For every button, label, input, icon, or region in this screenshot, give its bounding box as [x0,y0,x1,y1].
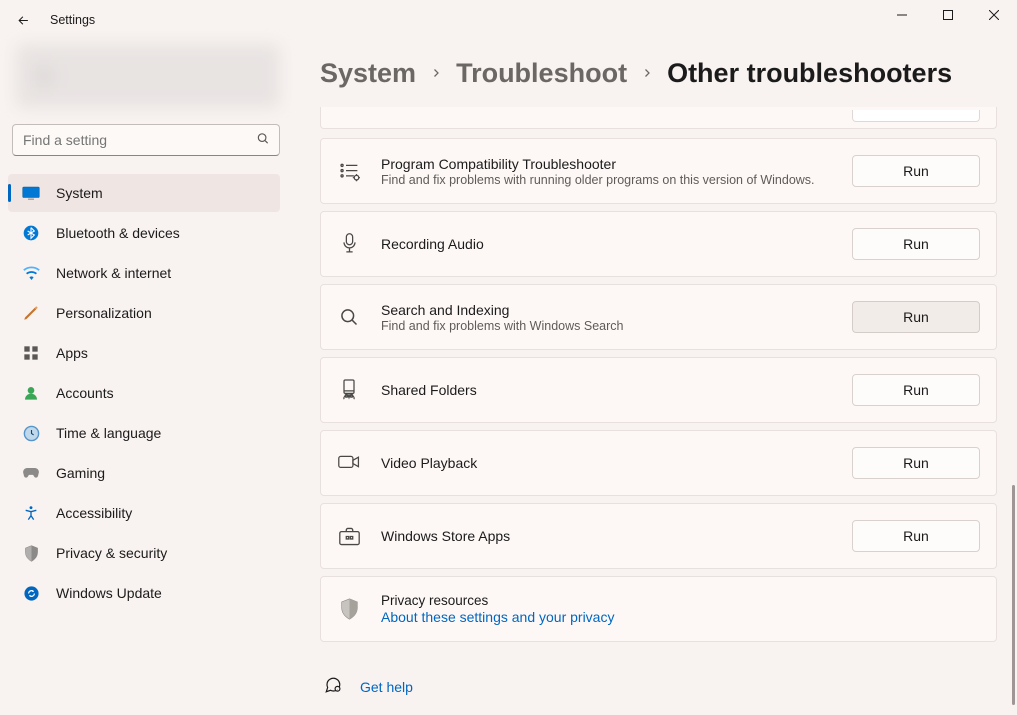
sidebar-item-label: Gaming [56,465,105,481]
run-button-video-playback[interactable]: Run [852,447,980,479]
sidebar-item-accessibility[interactable]: Accessibility [8,494,280,532]
sidebar-item-gaming[interactable]: Gaming [8,454,280,492]
close-button[interactable] [971,0,1017,30]
sidebar-item-label: Time & language [56,425,161,441]
troubleshooter-card-shared-folders: Shared Folders Run [320,357,997,423]
network-icon [22,264,40,282]
get-help-icon [324,676,342,697]
sidebar-item-label: Windows Update [56,585,162,601]
card-title: Video Playback [381,455,832,471]
sidebar-item-label: Network & internet [56,265,171,281]
chevron-right-icon [430,66,442,82]
system-icon [22,184,40,202]
sidebar-item-personalization[interactable]: Personalization [8,294,280,332]
breadcrumb: System Troubleshoot Other troubleshooter… [320,58,997,89]
troubleshooter-card-windows-store: Windows Store Apps Run [320,503,997,569]
search-input[interactable] [12,124,280,156]
gaming-icon [22,464,40,482]
minimize-button[interactable] [879,0,925,30]
account-header[interactable] [16,44,280,108]
search-icon [337,305,361,329]
maximize-icon [943,10,953,20]
run-button-windows-store[interactable]: Run [852,520,980,552]
accounts-icon [22,384,40,402]
list-settings-icon [337,159,361,183]
scrollbar-thumb[interactable] [1012,485,1015,705]
sidebar-item-system[interactable]: System [8,174,280,212]
card-title: Program Compatibility Troubleshooter [381,156,832,172]
back-button[interactable] [10,7,36,33]
store-icon [337,524,361,548]
page-title: Other troubleshooters [667,58,952,89]
update-icon [22,584,40,602]
minimize-icon [897,10,907,20]
card-title: Shared Folders [381,382,832,398]
close-icon [989,10,999,20]
troubleshooter-card-video-playback: Video Playback Run [320,430,997,496]
troubleshooter-card-program-compat: Program Compatibility TroubleshooterFind… [320,138,997,204]
shield-icon [337,597,361,621]
microphone-icon [337,232,361,256]
privacy-link[interactable]: About these settings and your privacy [381,609,980,625]
window-title: Settings [50,13,95,27]
sidebar-item-network[interactable]: Network & internet [8,254,280,292]
troubleshooter-card-recording-audio: Recording Audio Run [320,211,997,277]
sidebar-item-label: Bluetooth & devices [56,225,180,241]
time-icon [22,424,40,442]
breadcrumb-system[interactable]: System [320,58,416,89]
shared-folder-icon [337,378,361,402]
card-title: Recording Audio [381,236,832,252]
card-description: Find and fix problems with running older… [381,173,832,187]
card-description: Find and fix problems with Windows Searc… [381,319,832,333]
sidebar-item-label: Apps [56,345,88,361]
sidebar-item-label: System [56,185,103,201]
privacy-icon [22,544,40,562]
accessibility-icon [22,504,40,522]
sidebar-item-update[interactable]: Windows Update [8,574,280,612]
sidebar-item-accounts[interactable]: Accounts [8,374,280,412]
maximize-button[interactable] [925,0,971,30]
bluetooth-icon [22,224,40,242]
sidebar-item-label: Accounts [56,385,114,401]
troubleshooter-card-partial [320,107,997,129]
privacy-resources-card: Privacy resourcesAbout these settings an… [320,576,997,642]
card-title: Windows Store Apps [381,528,832,544]
chevron-right-icon [641,66,653,82]
personalization-icon [22,304,40,322]
run-button-recording-audio[interactable]: Run [852,228,980,260]
troubleshooter-card-search-indexing: Search and IndexingFind and fix problems… [320,284,997,350]
run-button-shared-folders[interactable]: Run [852,374,980,406]
sidebar-item-time[interactable]: Time & language [8,414,280,452]
sidebar-item-apps[interactable]: Apps [8,334,280,372]
run-button-program-compat[interactable]: Run [852,155,980,187]
sidebar-item-label: Accessibility [56,505,132,521]
run-button-search-indexing[interactable]: Run [852,301,980,333]
breadcrumb-troubleshoot[interactable]: Troubleshoot [456,58,627,89]
get-help-link[interactable]: Get help [360,679,413,695]
run-button-partial[interactable] [852,110,980,122]
sidebar-item-label: Personalization [56,305,152,321]
sidebar-item-privacy[interactable]: Privacy & security [8,534,280,572]
sidebar-item-bluetooth[interactable]: Bluetooth & devices [8,214,280,252]
privacy-title: Privacy resources [381,593,980,608]
sidebar-item-label: Privacy & security [56,545,167,561]
arrow-left-icon [16,13,31,28]
scrollbar[interactable] [1012,130,1015,705]
video-icon [337,451,361,475]
card-title: Search and Indexing [381,302,832,318]
apps-icon [22,344,40,362]
